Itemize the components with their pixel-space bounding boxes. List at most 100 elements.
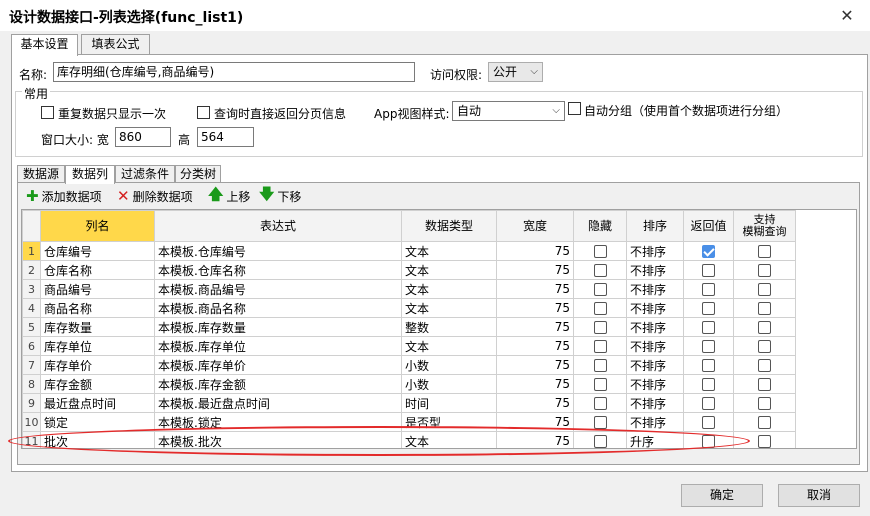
cell-name[interactable]: 库存数量 xyxy=(40,317,155,337)
col-header-fuzzy[interactable]: 支持 模糊查询 xyxy=(733,210,796,242)
cell-sort[interactable]: 不排序 xyxy=(626,355,684,375)
cell-type[interactable]: 文本 xyxy=(401,260,497,280)
cell-expression[interactable]: 本模板.仓库名称 xyxy=(154,260,402,280)
cell-expression[interactable]: 本模板.库存单价 xyxy=(154,355,402,375)
cell-width[interactable]: 75 xyxy=(496,279,574,299)
cell-type[interactable]: 文本 xyxy=(401,279,497,299)
cell-expression[interactable]: 本模板.锁定 xyxy=(154,412,402,432)
hidden-checkbox[interactable] xyxy=(593,264,607,277)
table-row[interactable]: 10 锁定 本模板.锁定 是否型 75 不排序 xyxy=(22,412,796,432)
cell-sort[interactable]: 不排序 xyxy=(626,393,684,413)
cell-name[interactable]: 商品名称 xyxy=(40,298,155,318)
app-style-select[interactable]: 自动 ⌵ xyxy=(452,101,565,121)
cell-type[interactable]: 是否型 xyxy=(401,412,497,432)
col-header-expression[interactable]: 表达式 xyxy=(154,210,402,242)
cell-width[interactable]: 75 xyxy=(496,298,574,318)
cell-type[interactable]: 时间 xyxy=(401,393,497,413)
return-value-checkbox[interactable] xyxy=(702,416,715,429)
return-value-checkbox[interactable] xyxy=(702,378,715,391)
return-value-checkbox[interactable] xyxy=(702,245,715,258)
cell-type[interactable]: 整数 xyxy=(401,317,497,337)
hidden-checkbox[interactable] xyxy=(593,359,607,372)
cell-name[interactable]: 库存单价 xyxy=(40,355,155,375)
hidden-checkbox[interactable] xyxy=(593,397,607,410)
table-row[interactable]: 1 仓库编号 本模板.仓库编号 文本 75 不排序 xyxy=(22,241,796,261)
return-paging-checkbox[interactable] xyxy=(197,106,210,119)
cell-name[interactable]: 批次 xyxy=(40,431,155,448)
cell-expression[interactable]: 本模板.库存数量 xyxy=(154,317,402,337)
cell-width[interactable]: 75 xyxy=(496,374,574,394)
return-value-checkbox[interactable] xyxy=(702,283,715,296)
cell-expression[interactable]: 本模板.商品编号 xyxy=(154,279,402,299)
auto-group-checkbox[interactable] xyxy=(568,102,581,115)
fuzzy-query-checkbox[interactable] xyxy=(758,340,771,353)
add-item-button[interactable]: ✚ 添加数据项 xyxy=(26,187,102,205)
cancel-button[interactable]: 取消 xyxy=(778,484,860,507)
tab-filter-conditions[interactable]: 过滤条件 xyxy=(115,165,175,183)
repeat-once-checkbox[interactable] xyxy=(41,106,54,119)
tab-category-tree[interactable]: 分类树 xyxy=(175,165,221,183)
window-height-input[interactable]: 564 xyxy=(197,127,254,147)
table-row[interactable]: 7 库存单价 本模板.库存单价 小数 75 不排序 xyxy=(22,355,796,375)
cell-width[interactable]: 75 xyxy=(496,431,574,448)
table-row[interactable]: 2 仓库名称 本模板.仓库名称 文本 75 不排序 xyxy=(22,260,796,280)
cell-width[interactable]: 75 xyxy=(496,317,574,337)
cell-sort[interactable]: 不排序 xyxy=(626,317,684,337)
hidden-checkbox[interactable] xyxy=(593,283,607,296)
tab-data-source[interactable]: 数据源 xyxy=(17,165,65,183)
hidden-checkbox[interactable] xyxy=(593,416,607,429)
cell-sort[interactable]: 不排序 xyxy=(626,298,684,318)
col-header-return[interactable]: 返回值 xyxy=(683,210,734,242)
cell-sort[interactable]: 不排序 xyxy=(626,336,684,356)
cell-name[interactable]: 锁定 xyxy=(40,412,155,432)
cell-name[interactable]: 最近盘点时间 xyxy=(40,393,155,413)
delete-item-button[interactable]: ✕ 删除数据项 xyxy=(117,187,193,205)
cell-name[interactable]: 库存单位 xyxy=(40,336,155,356)
ok-button[interactable]: 确定 xyxy=(681,484,763,507)
close-icon[interactable]: ✕ xyxy=(824,0,870,31)
cell-width[interactable]: 75 xyxy=(496,393,574,413)
fuzzy-query-checkbox[interactable] xyxy=(758,302,771,315)
hidden-checkbox[interactable] xyxy=(593,302,607,315)
cell-type[interactable]: 文本 xyxy=(401,241,497,261)
table-row[interactable]: 4 商品名称 本模板.商品名称 文本 75 不排序 xyxy=(22,298,796,318)
cell-type[interactable]: 文本 xyxy=(401,431,497,448)
cell-expression[interactable]: 本模板.批次 xyxy=(154,431,402,448)
fuzzy-query-checkbox[interactable] xyxy=(758,321,771,334)
name-input[interactable]: 库存明细(仓库编号,商品编号) xyxy=(53,62,415,82)
hidden-checkbox[interactable] xyxy=(593,245,607,258)
cell-name[interactable]: 库存金额 xyxy=(40,374,155,394)
fuzzy-query-checkbox[interactable] xyxy=(758,435,771,448)
tab-basic-settings[interactable]: 基本设置 xyxy=(11,34,78,56)
cell-type[interactable]: 文本 xyxy=(401,336,497,356)
hidden-checkbox[interactable] xyxy=(593,435,607,448)
cell-name[interactable]: 仓库编号 xyxy=(40,241,155,261)
return-value-checkbox[interactable] xyxy=(702,397,715,410)
cell-sort[interactable]: 升序 xyxy=(626,431,684,448)
return-value-checkbox[interactable] xyxy=(702,435,715,448)
col-header-width[interactable]: 宽度 xyxy=(496,210,574,242)
fuzzy-query-checkbox[interactable] xyxy=(758,283,771,296)
table-row[interactable]: 5 库存数量 本模板.库存数量 整数 75 不排序 xyxy=(22,317,796,337)
return-value-checkbox[interactable] xyxy=(702,321,715,334)
fuzzy-query-checkbox[interactable] xyxy=(758,245,771,258)
hidden-checkbox[interactable] xyxy=(593,321,607,334)
fuzzy-query-checkbox[interactable] xyxy=(758,416,771,429)
fuzzy-query-checkbox[interactable] xyxy=(758,264,771,277)
cell-width[interactable]: 75 xyxy=(496,336,574,356)
table-row[interactable]: 3 商品编号 本模板.商品编号 文本 75 不排序 xyxy=(22,279,796,299)
table-row[interactable]: 9 最近盘点时间 本模板.最近盘点时间 时间 75 不排序 xyxy=(22,393,796,413)
cell-expression[interactable]: 本模板.库存单位 xyxy=(154,336,402,356)
window-width-input[interactable]: 860 xyxy=(115,127,171,147)
table-row[interactable]: 11 批次 本模板.批次 文本 75 升序 xyxy=(22,431,796,448)
cell-expression[interactable]: 本模板.最近盘点时间 xyxy=(154,393,402,413)
cell-expression[interactable]: 本模板.商品名称 xyxy=(154,298,402,318)
cell-type[interactable]: 小数 xyxy=(401,355,497,375)
cell-name[interactable]: 商品编号 xyxy=(40,279,155,299)
cell-width[interactable]: 75 xyxy=(496,241,574,261)
table-row[interactable]: 6 库存单位 本模板.库存单位 文本 75 不排序 xyxy=(22,336,796,356)
col-header-name[interactable]: 列名 xyxy=(40,210,155,242)
hidden-checkbox[interactable] xyxy=(593,340,607,353)
cell-sort[interactable]: 不排序 xyxy=(626,260,684,280)
cell-type[interactable]: 小数 xyxy=(401,374,497,394)
